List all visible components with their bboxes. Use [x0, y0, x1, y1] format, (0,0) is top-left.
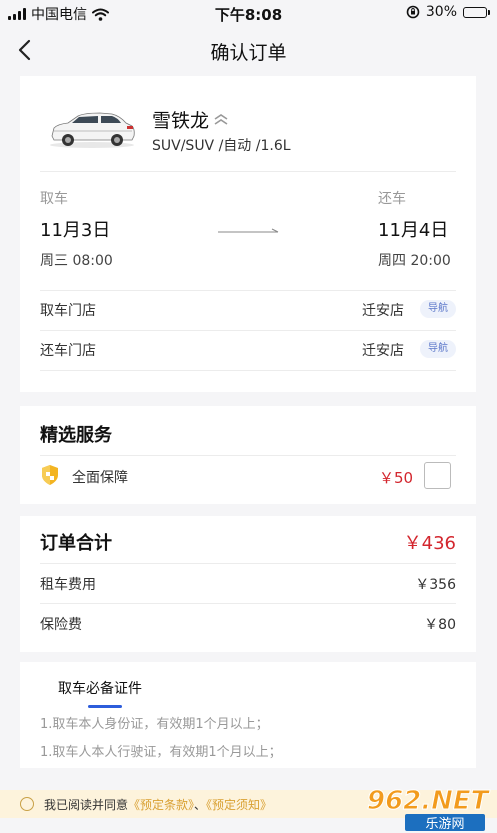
- watermark-sub: 乐游网: [425, 817, 464, 832]
- return-store-value: 迁安店: [362, 343, 404, 359]
- car-name-text: 雪铁龙: [152, 110, 210, 132]
- document-line: 1.取车人本人行驶证，有效期1个月以上；: [40, 745, 282, 760]
- order-total-title: 订单合计: [40, 533, 112, 554]
- order-total-card: 订单合计 ￥436 租车费用 ￥356 保险费 ￥80: [20, 516, 476, 652]
- rotation-lock-icon: [406, 5, 420, 19]
- pickup-store-value: 迁安店: [362, 303, 404, 319]
- divider: [40, 290, 456, 291]
- divider: [40, 603, 456, 604]
- return-store-navigate-button[interactable]: 导航: [420, 340, 456, 358]
- return-time: 周四 20:00: [378, 253, 451, 269]
- watermark-brand: 962.NET: [367, 786, 491, 816]
- pickup-store-navigate-button[interactable]: 导航: [420, 300, 456, 318]
- divider: [40, 455, 456, 456]
- insurance-fee-label: 保险费: [40, 617, 82, 633]
- tab-required-documents[interactable]: 取车必备证件: [58, 678, 142, 698]
- pickup-time: 周三 08:00: [40, 253, 113, 269]
- page-title: 确认订单: [210, 42, 287, 64]
- rental-fee-value: ￥356: [415, 577, 456, 593]
- divider: [40, 171, 456, 172]
- return-date: 11月4日: [378, 220, 449, 241]
- agree-check-icon[interactable]: [20, 797, 34, 811]
- pickup-date: 11月3日: [40, 220, 111, 241]
- car-image: [50, 112, 135, 148]
- divider: [40, 370, 456, 371]
- battery-percent: 30%: [425, 4, 457, 20]
- battery-icon: [463, 6, 490, 18]
- pickup-label: 取车: [40, 191, 68, 207]
- agreement-prefix: 我已阅读并同意: [44, 798, 129, 812]
- service-checkbox[interactable]: [424, 462, 451, 489]
- documents-card: 取车必备证件 1.取车本人身份证，有效期1个月以上； 1.取车人本人行驶证，有效…: [20, 662, 476, 768]
- watermark-logo: 962.NET 乐游网: [367, 786, 492, 833]
- tab-active-indicator: [88, 705, 122, 708]
- return-label: 还车: [378, 191, 406, 207]
- car-spec: SUV/SUV /自动 /1.6L: [152, 138, 291, 154]
- booking-notice-link[interactable]: 《预定须知》: [206, 798, 272, 812]
- order-total-price: ￥436: [403, 533, 456, 554]
- arrow-right-icon: [218, 228, 279, 233]
- nav-bar: 确认订单: [0, 26, 497, 74]
- divider: [40, 330, 456, 331]
- booking-terms-link[interactable]: 《预定条款》: [128, 798, 194, 812]
- car-name: 雪铁龙: [152, 106, 229, 133]
- agreement-separator: 、: [194, 798, 207, 812]
- service-name: 全面保障: [72, 470, 128, 486]
- rental-fee-label: 租车费用: [40, 577, 96, 593]
- status-bar: 中国电信 下午8:08 30%: [0, 0, 497, 26]
- divider: [40, 563, 456, 564]
- shield-icon: [42, 465, 58, 485]
- service-price: ￥50: [379, 469, 414, 487]
- pickup-store-label: 取车门店: [40, 303, 96, 319]
- document-line: 1.取车本人身份证，有效期1个月以上；: [40, 717, 269, 732]
- services-title: 精选服务: [40, 425, 112, 446]
- status-right: 30%: [406, 4, 490, 20]
- services-card: 精选服务 全面保障 ￥50: [20, 406, 476, 504]
- return-store-label: 还车门店: [40, 343, 96, 359]
- insurance-fee-value: ￥80: [424, 617, 456, 633]
- citroen-logo-icon: [214, 113, 228, 125]
- order-info-card: 雪铁龙 SUV/SUV /自动 /1.6L 取车 11月3日 周三 08:00 …: [20, 76, 476, 392]
- agreement-text: 我已阅读并同意《预定条款》、《预定须知》: [44, 796, 272, 813]
